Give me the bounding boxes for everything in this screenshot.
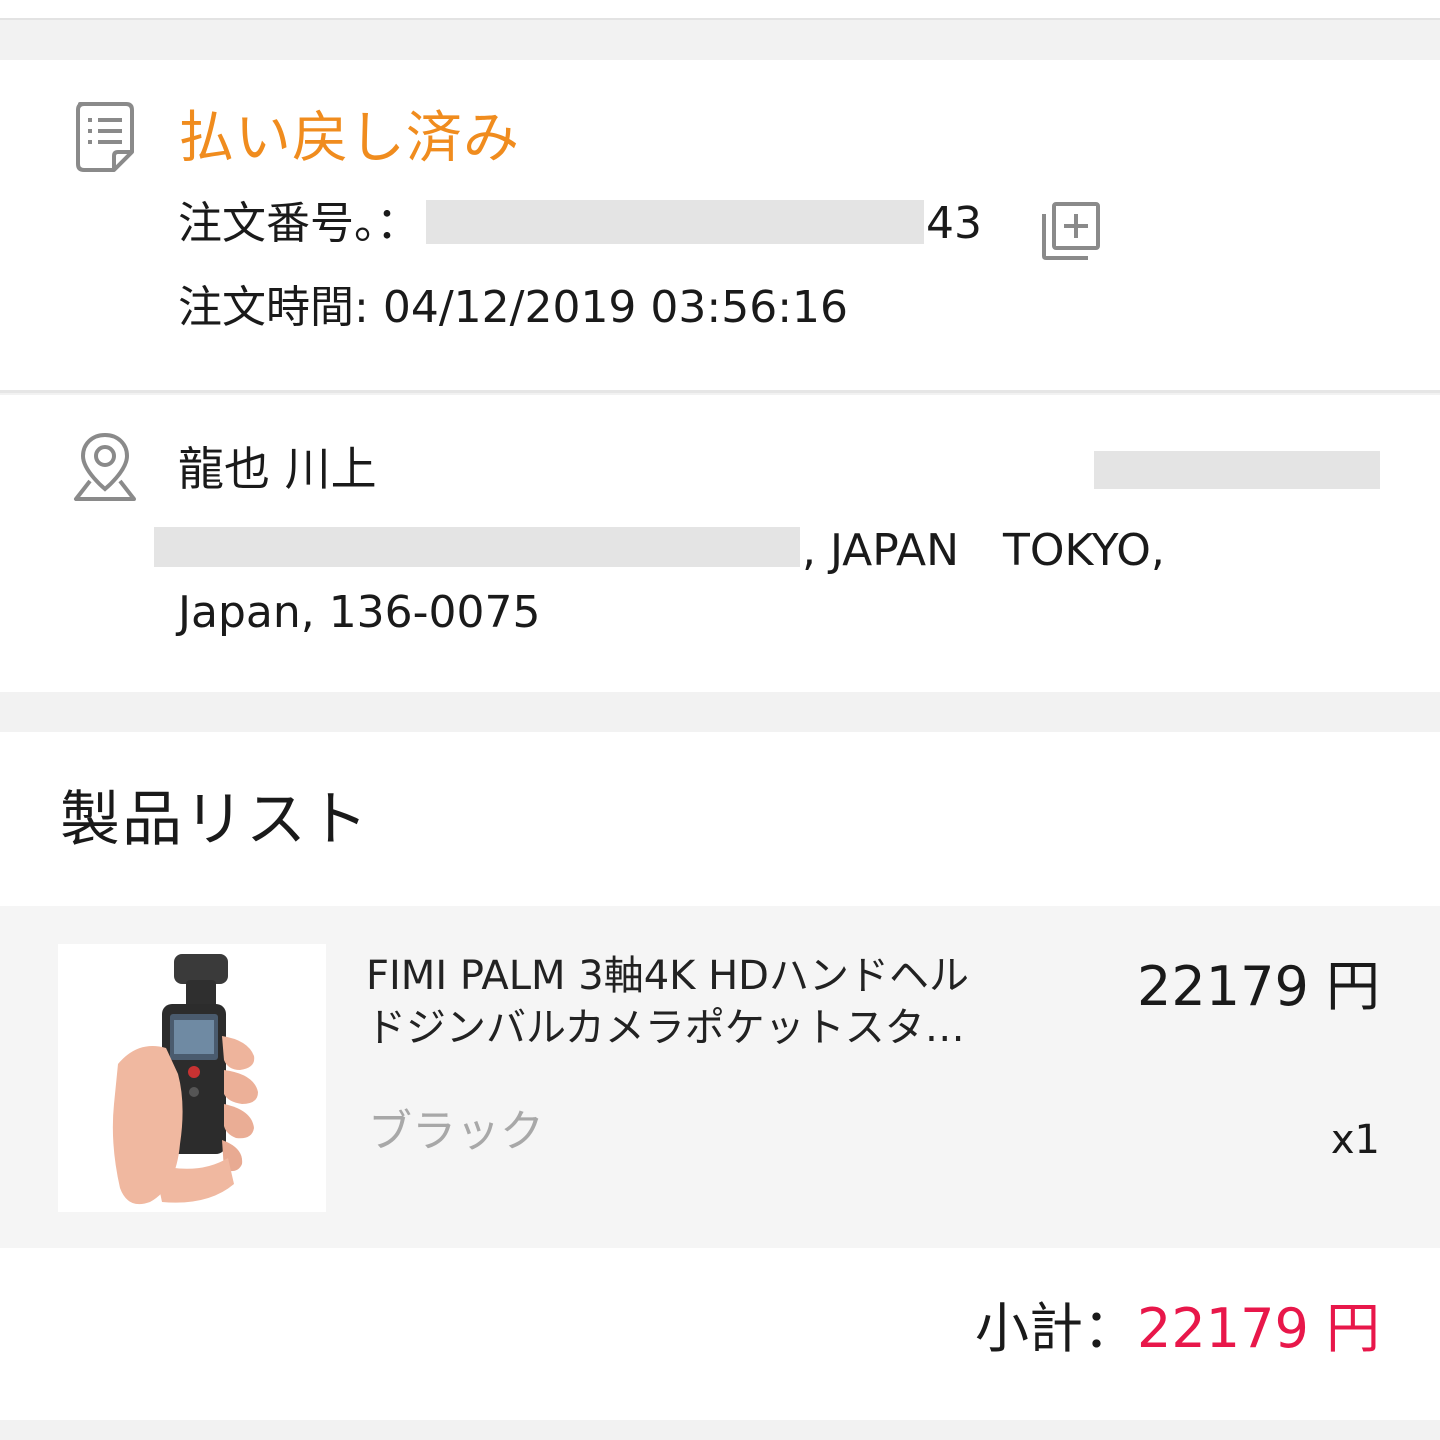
order-status: 払い戻し済み [178, 106, 520, 171]
address-line-1: , JAPAN TOKYO, [154, 519, 1165, 583]
order-number-row: 注文番号。： 43 [178, 194, 982, 254]
address-line-2: Japan, 136-0075 [178, 587, 541, 638]
copy-icon[interactable] [1040, 200, 1102, 262]
subtotal-label: 小計： [975, 1297, 1138, 1360]
product-image[interactable] [58, 944, 326, 1212]
phone-redaction [1094, 451, 1380, 489]
product-quantity: x1 [1330, 1117, 1380, 1163]
street-redaction [154, 527, 800, 567]
product-list-title: 製品リスト [60, 785, 370, 855]
product-variant: ブラック [368, 1106, 544, 1157]
order-number-redaction [426, 200, 924, 244]
product-list-card: 製品リスト FIMI PALM 3軸4K HDハンドヘル ドジンバルカメラポケッ… [0, 732, 1440, 1420]
top-strip [0, 0, 1440, 20]
subtotal-row: 小計：22179 円 [975, 1292, 1380, 1366]
gimbal-camera-image [112, 954, 258, 1205]
shipping-address-card: 龍也 川上 , JAPAN TOKYO, Japan, 136-0075 [0, 395, 1440, 692]
order-time-label: 注文時間: [178, 282, 369, 333]
location-pin-icon [74, 432, 136, 501]
address-line-1-text: , JAPAN TOKYO, [802, 525, 1165, 576]
subtotal-value: 22179 円 [1137, 1297, 1380, 1360]
order-number-suffix: 43 [926, 198, 982, 249]
recipient-name: 龍也 川上 [178, 442, 377, 496]
order-info-card: 払い戻し済み 注文番号。： 43 注文時間: 04/12/2019 03:56:1… [0, 60, 1440, 393]
product-price: 22179 円 [1137, 955, 1380, 1018]
order-time-row: 注文時間: 04/12/2019 03:56:16 [178, 278, 848, 338]
product-name-line-1: FIMI PALM 3軸4K HDハンドヘル [366, 953, 969, 999]
product-item[interactable]: FIMI PALM 3軸4K HDハンドヘル ドジンバルカメラポケットスタ… 2… [0, 906, 1440, 1248]
product-name-line-2: ドジンバルカメラポケットスタ… [366, 1005, 965, 1051]
order-number-label: 注文番号。： [178, 198, 420, 249]
order-time-value: 04/12/2019 03:56:16 [382, 282, 849, 333]
product-name[interactable]: FIMI PALM 3軸4K HDハンドヘル ドジンバルカメラポケットスタ… [366, 950, 1066, 1054]
document-list-icon [76, 102, 134, 172]
